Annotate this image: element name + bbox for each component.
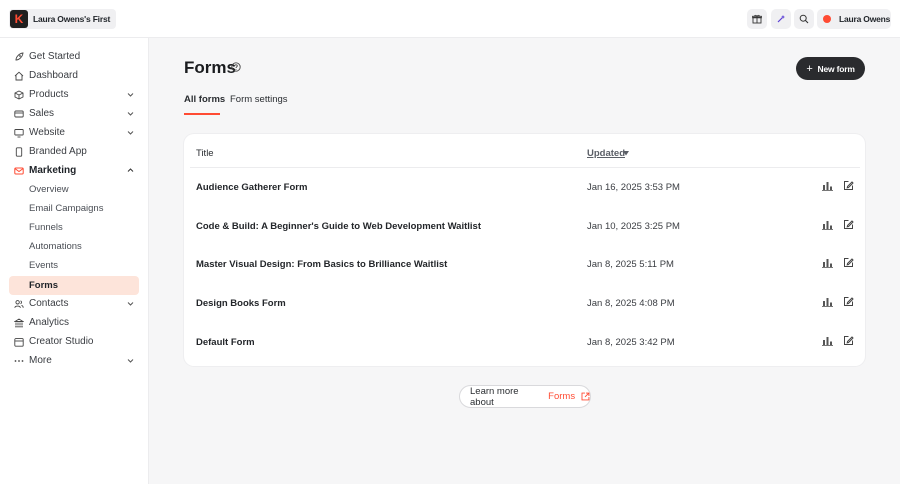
user-name: Laura Owens [839,14,891,24]
chevron-down-icon [127,302,134,306]
learn-more-text: Learn more about [470,385,519,408]
form-title[interactable]: Code & Build: A Beginner's Guide to Web … [196,221,481,232]
page-title: Forms [184,58,236,77]
learn-more-link[interactable]: Forms [548,391,575,402]
form-updated: Jan 10, 2025 3:25 PM [587,221,680,232]
chevron-up-icon [127,168,134,172]
sidebar-item-label: Analytics [29,317,70,328]
tab-form-settings[interactable]: Form settings [230,94,288,105]
sidebar-item-label: Products [29,89,69,100]
sidebar-item-creator-studio[interactable]: Creator Studio [9,332,139,351]
sidebar-subitem-overview[interactable]: Overview [9,180,139,199]
sidebar-item-label: Get Started [29,51,81,62]
brand-logo: K [10,10,28,28]
edit-icon[interactable] [843,335,854,346]
chevron-down-icon [127,93,134,97]
sidebar-subitem-email-campaigns[interactable]: Email Campaigns [9,199,139,218]
sidebar-item-label: Branded App [29,146,87,157]
sidebar-item-more[interactable]: More [9,351,139,370]
form-title[interactable]: Master Visual Design: From Basics to Bri… [196,259,447,270]
new-form-button[interactable]: + New form [796,57,865,80]
sidebar-item-get-started[interactable]: Get Started [9,47,139,66]
learn-more-button[interactable]: Learn more about Forms [459,385,591,408]
form-updated: Jan 8, 2025 4:08 PM [587,298,675,309]
sidebar-subitem-events[interactable]: Events [9,256,139,275]
avatar [823,15,831,23]
workspace-name: Laura Owens's First [33,14,111,24]
sidebar-item-sales[interactable]: Sales [9,104,139,123]
bank-icon [14,317,24,328]
sidebar-subitem-automations[interactable]: Automations [9,237,139,256]
users-icon [14,299,24,309]
ai-assistant-button[interactable] [771,9,791,29]
form-updated: Jan 8, 2025 3:42 PM [587,337,675,348]
form-title[interactable]: Default Form [196,337,255,348]
header-divider [190,167,860,168]
help-icon[interactable] [231,62,241,72]
form-title[interactable]: Audience Gatherer Form [196,182,307,193]
form-title[interactable]: Design Books Form [196,298,286,309]
mail-icon [14,166,24,176]
edit-icon[interactable] [843,219,854,230]
chart-icon[interactable] [822,258,833,268]
sidebar-item-label: Marketing [29,165,77,176]
sidebar-item-label: Dashboard [29,70,78,81]
sort-caret-icon[interactable] [623,151,629,156]
gift-icon [752,14,762,24]
forms-table [184,134,865,366]
workspace-switcher[interactable]: K Laura Owens's First [9,9,117,29]
sparkle-icon [777,15,785,23]
chevron-down-icon [127,131,134,135]
search-button[interactable] [794,9,814,29]
chevron-down-icon [127,359,134,363]
phone-icon [14,146,24,157]
sidebar-item-dashboard[interactable]: Dashboard [9,66,139,85]
chart-icon[interactable] [822,336,833,346]
sidebar-item-label: Sales [29,108,55,119]
sidebar-item-contacts[interactable]: Contacts [9,294,139,313]
top-bar: K Laura Owens's First Laura Owens [0,0,900,38]
chart-icon[interactable] [822,297,833,307]
sidebar-item-products[interactable]: Products [9,85,139,104]
sidebar-item-label: Website [29,127,65,138]
search-icon [799,14,809,24]
chart-icon[interactable] [822,220,833,230]
user-menu[interactable]: Laura Owens [817,9,891,29]
rocket-icon [14,51,24,62]
box-icon [14,89,24,100]
sidebar-subitem-funnels[interactable]: Funnels [9,218,139,237]
tab-all-forms[interactable]: All forms [184,94,225,105]
sidebar-item-marketing[interactable]: Marketing [9,161,139,180]
plus-icon: + [806,62,813,75]
sidebar-item-analytics[interactable]: Analytics [9,313,139,332]
sidebar-subitem-forms[interactable]: Forms [9,276,139,295]
dots-icon [14,356,24,366]
chart-icon[interactable] [822,181,833,191]
edit-icon[interactable] [843,257,854,268]
external-link-icon [581,392,590,401]
monitor-icon [14,128,24,138]
edit-icon[interactable] [843,180,854,191]
sidebar-item-label: More [29,355,52,366]
active-tab-indicator [184,113,220,115]
card-icon [14,109,24,119]
column-header-updated[interactable]: Updated [587,148,625,159]
gift-button[interactable] [747,9,767,29]
chevron-down-icon [127,112,134,116]
edit-icon[interactable] [843,296,854,307]
home-icon [14,71,24,81]
column-header-title: Title [196,148,214,159]
calendar-icon [14,337,24,347]
sidebar-item-website[interactable]: Website [9,123,139,142]
new-form-label: New form [817,63,855,74]
sidebar-item-label: Contacts [29,298,69,309]
form-updated: Jan 16, 2025 3:53 PM [587,182,680,193]
sidebar-item-label: Creator Studio [29,336,94,347]
form-updated: Jan 8, 2025 5:11 PM [587,259,674,270]
sidebar-item-branded-app[interactable]: Branded App [9,142,139,161]
